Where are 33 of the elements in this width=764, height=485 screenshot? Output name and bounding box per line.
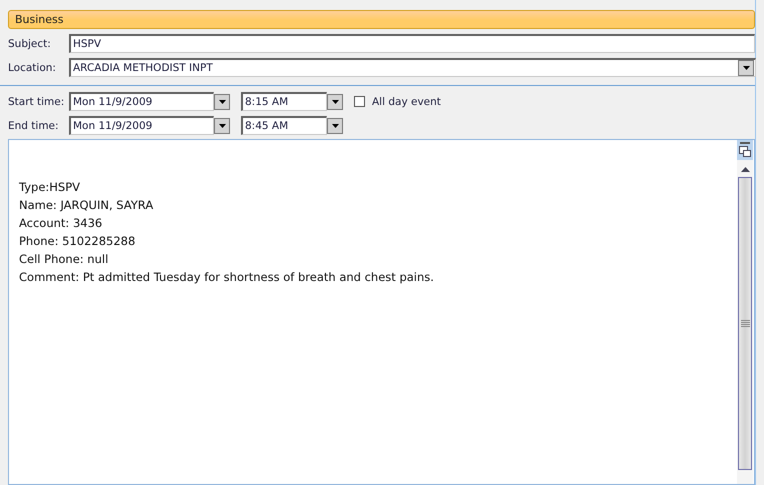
caret-icon [332, 124, 338, 128]
dropdown-button[interactable] [214, 94, 230, 110]
field-label: Subject: [8, 38, 52, 50]
time-field[interactable]: 8:15 AM [241, 92, 327, 111]
subject-field[interactable]: HSPV [69, 34, 755, 53]
ruler-toggle-icon[interactable] [737, 140, 753, 160]
body-text-line: Comment: Pt admitted Tuesday for shortness of breath and chest pains. [19, 269, 435, 286]
dropdown-button[interactable] [327, 118, 343, 134]
caret-icon [742, 66, 750, 70]
caret-icon [218, 100, 226, 104]
scroll-thumb[interactable] [738, 177, 752, 470]
body-text-line: Cell Phone: null [19, 251, 110, 268]
body-text-line: Account: 3436 [19, 215, 104, 232]
checkbox-label: All day event [372, 96, 441, 108]
body-text-line: Type:HSPV [19, 179, 82, 196]
dropdown-button[interactable] [327, 94, 343, 110]
caret-icon [332, 100, 338, 104]
date-field[interactable]: Mon 11/9/2009 [69, 116, 214, 135]
field-label: Start time: [8, 96, 66, 108]
scroll-up-icon[interactable] [740, 167, 750, 172]
dropdown-button[interactable] [738, 60, 754, 76]
category-bar: Business [8, 10, 755, 29]
scrollbar[interactable] [737, 160, 753, 484]
dropdown-button[interactable] [214, 118, 230, 134]
caret-icon [218, 124, 226, 128]
field-label: End time: [8, 120, 60, 132]
date-field[interactable]: Mon 11/9/2009 [69, 92, 214, 111]
body-text-line: Name: JARQUIN, SAYRA [19, 197, 154, 214]
field-label: Location: [8, 62, 57, 74]
location-field[interactable]: ARCADIA METHODIST INPT [69, 58, 756, 77]
time-field[interactable]: 8:45 AM [241, 116, 327, 135]
all-day-checkbox[interactable] [354, 96, 365, 107]
body-text-line: Phone: 5102285288 [19, 233, 136, 250]
